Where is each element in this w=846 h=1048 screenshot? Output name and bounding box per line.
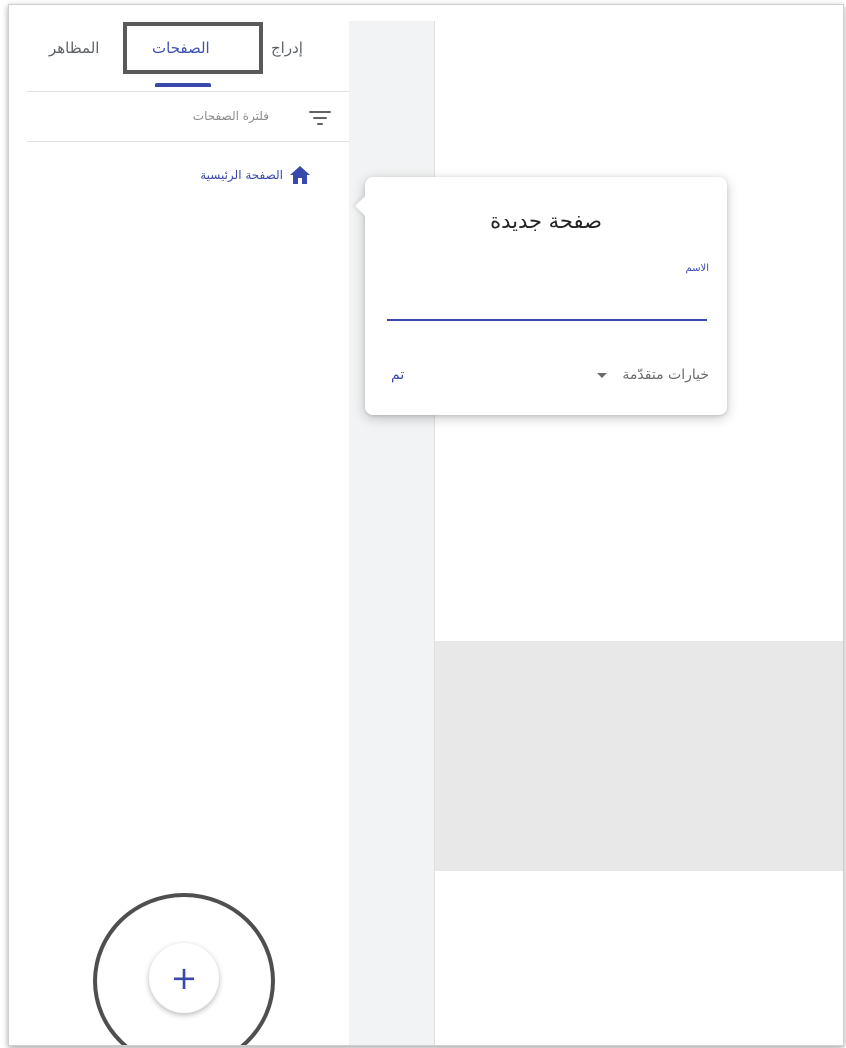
page-canvas (435, 21, 843, 1045)
new-page-dialog: صفحة جديدة الاسم خيارات متقدّمة تم (355, 177, 727, 415)
tab-themes[interactable]: المظاهر (49, 39, 99, 57)
sidebar: إدراج الصفحات المظاهر فلترة الصفحات الصف… (9, 5, 350, 1045)
tab-active-indicator (155, 83, 211, 87)
name-field-label: الاسم (685, 263, 709, 274)
home-icon (289, 165, 311, 185)
caret-down-icon[interactable] (597, 373, 607, 378)
dialog-title: صفحة جديدة (490, 209, 602, 233)
add-page-button[interactable]: + (149, 943, 219, 1013)
sidebar-tabs: إدراج الصفحات المظاهر (9, 5, 349, 91)
page-item-home[interactable]: الصفحة الرئيسية (200, 168, 283, 182)
name-field[interactable] (387, 285, 707, 321)
tab-insert[interactable]: إدراج (271, 39, 303, 57)
divider (27, 91, 349, 92)
done-button[interactable]: تم (391, 367, 404, 383)
canvas-placeholder-block (435, 641, 843, 871)
filter-icon[interactable] (309, 109, 331, 125)
filter-placeholder[interactable]: فلترة الصفحات (193, 109, 269, 123)
advanced-options-toggle[interactable]: خيارات متقدّمة (622, 367, 709, 383)
plus-icon: + (170, 959, 198, 997)
app-window: إدراج الصفحات المظاهر فلترة الصفحات الصف… (8, 4, 844, 1046)
tab-pages[interactable]: الصفحات (152, 39, 210, 57)
divider (27, 141, 349, 142)
canvas-gutter (349, 21, 435, 1045)
canvas-top-strip (349, 5, 843, 21)
page-filter[interactable]: فلترة الصفحات (9, 103, 349, 133)
